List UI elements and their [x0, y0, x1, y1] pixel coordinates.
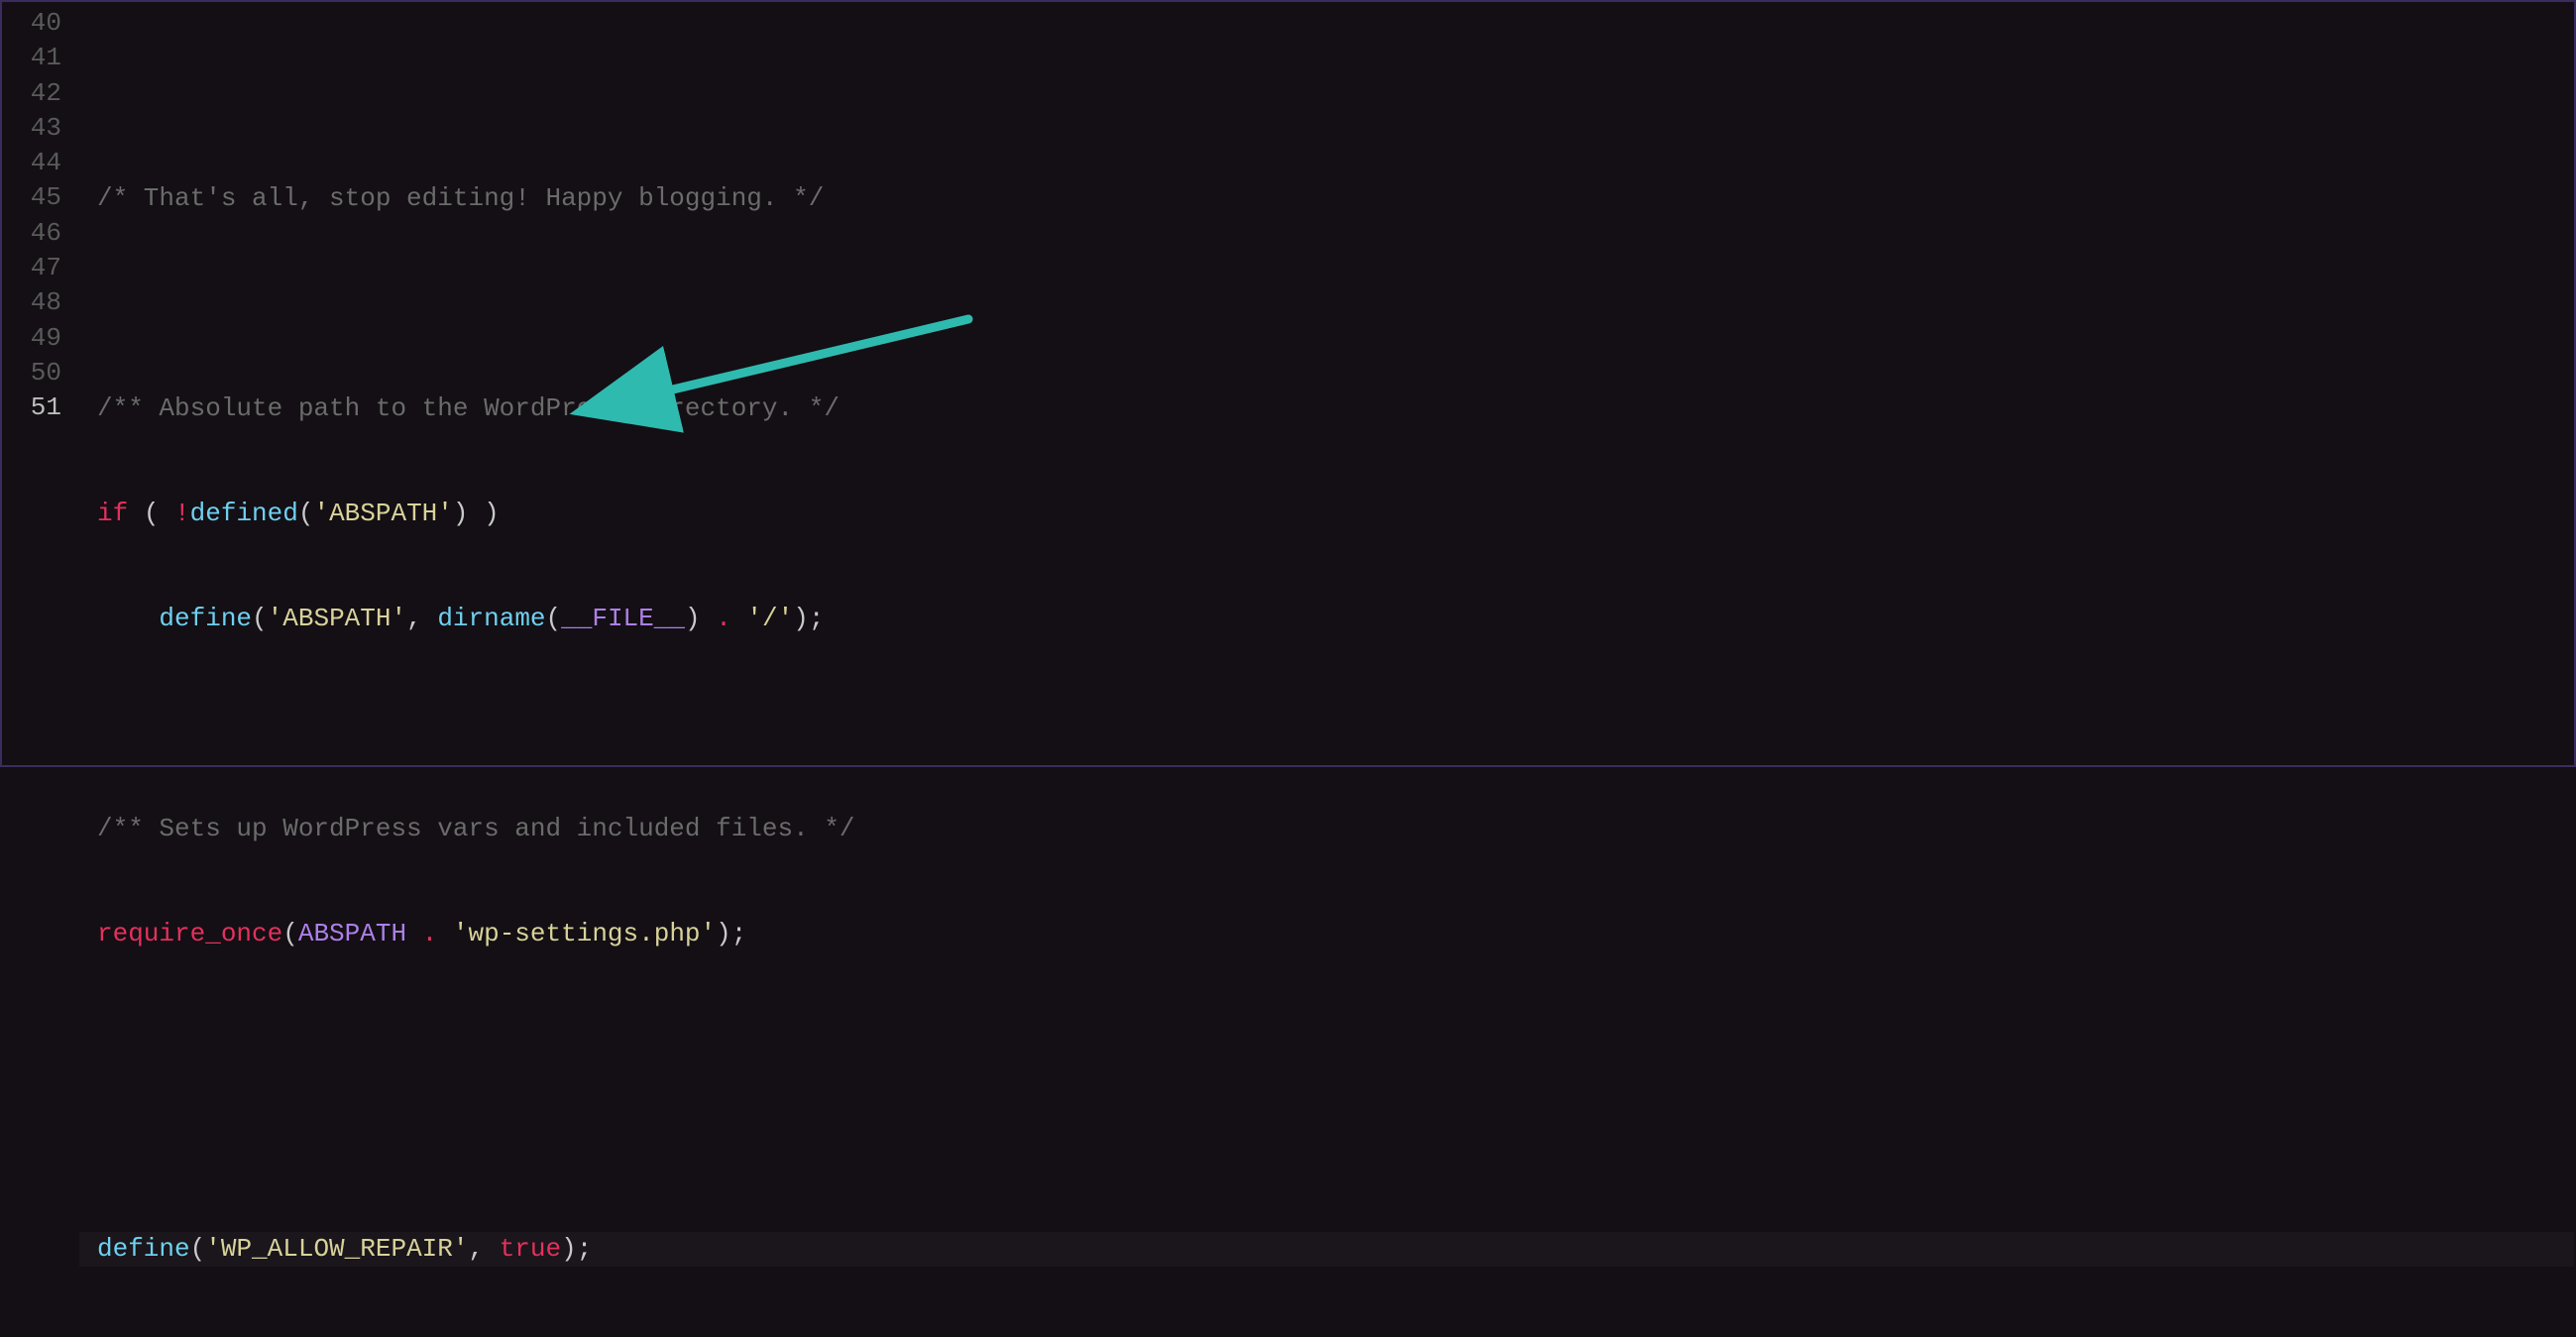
comment-text: /* That's all, stop editing! Happy blogg…	[97, 183, 824, 213]
string-literal: 'WP_ALLOW_REPAIR'	[205, 1234, 468, 1264]
operator-concat: .	[422, 919, 438, 948]
keyword-true: true	[500, 1234, 561, 1264]
line-number: 44	[2, 146, 79, 180]
operator-not: !	[174, 499, 190, 528]
comment-text: /** Sets up WordPress vars and included …	[97, 814, 855, 843]
keyword-if: if	[97, 499, 128, 528]
line-number: 41	[2, 41, 79, 75]
code-line-current[interactable]: define('WP_ALLOW_REPAIR', true);	[79, 1232, 2574, 1267]
code-editor[interactable]: 40 41 42 43 44 45 46 47 48 49 50 51 /* T…	[2, 2, 2574, 765]
function-defined: defined	[190, 499, 298, 528]
line-number: 49	[2, 321, 79, 356]
code-line[interactable]: if ( !defined('ABSPATH') )	[79, 497, 2574, 531]
code-line[interactable]	[79, 1022, 2574, 1057]
string-literal: '/'	[746, 604, 793, 633]
line-number: 43	[2, 111, 79, 146]
line-number-gutter: 40 41 42 43 44 45 46 47 48 49 50 51	[2, 2, 79, 765]
keyword-require-once: require_once	[97, 919, 282, 948]
line-number: 45	[2, 180, 79, 215]
code-line[interactable]	[79, 707, 2574, 741]
function-define: define	[159, 604, 252, 633]
line-number: 50	[2, 356, 79, 390]
magic-constant-file: __FILE__	[561, 604, 685, 633]
code-line[interactable]: /** Sets up WordPress vars and included …	[79, 812, 2574, 846]
operator-concat: .	[716, 604, 731, 633]
line-number: 42	[2, 76, 79, 111]
line-number: 40	[2, 6, 79, 41]
code-line[interactable]: /** Absolute path to the WordPress direc…	[79, 391, 2574, 426]
comment-text: /** Absolute path to the WordPress direc…	[97, 393, 840, 423]
constant-abspath: ABSPATH	[298, 919, 406, 948]
code-line[interactable]	[79, 286, 2574, 321]
code-line[interactable]	[79, 76, 2574, 111]
line-number: 46	[2, 216, 79, 251]
code-line[interactable]	[79, 1127, 2574, 1162]
function-dirname: dirname	[437, 604, 545, 633]
line-number: 47	[2, 251, 79, 285]
string-literal: 'ABSPATH'	[313, 499, 452, 528]
string-literal: 'ABSPATH'	[268, 604, 406, 633]
line-number: 48	[2, 285, 79, 320]
line-number-current: 51	[2, 390, 79, 425]
code-line[interactable]: define('ABSPATH', dirname(__FILE__) . '/…	[79, 602, 2574, 636]
function-define: define	[97, 1234, 190, 1264]
code-area[interactable]: /* That's all, stop editing! Happy blogg…	[79, 2, 2574, 765]
code-line[interactable]: require_once(ABSPATH . 'wp-settings.php'…	[79, 917, 2574, 951]
string-literal: 'wp-settings.php'	[453, 919, 716, 948]
code-line[interactable]: /* That's all, stop editing! Happy blogg…	[79, 181, 2574, 216]
